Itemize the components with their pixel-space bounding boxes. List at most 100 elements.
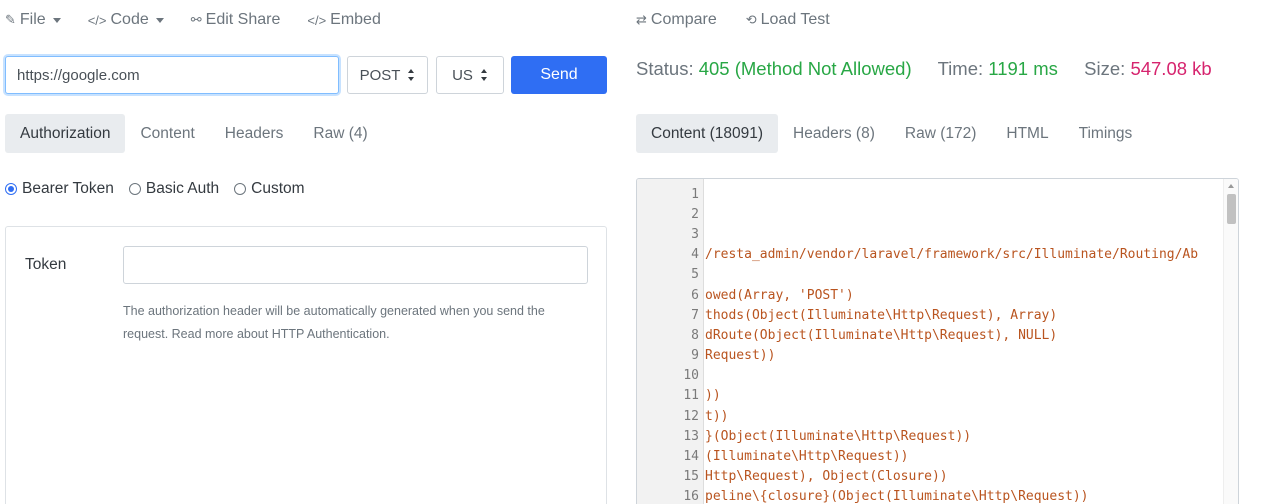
line-text: Http\Request), Object(Closure)) [705,469,948,485]
radio-icon[interactable] [234,183,247,195]
line-number: 5 [691,267,699,283]
code-line: 13 }(Object(Illuminate\Http\Request)) [637,426,1223,446]
url-input[interactable] [5,56,339,94]
line-text: peline\{closure}(Object(Illuminate\Http\… [705,489,1089,504]
line-text: t)) [705,408,729,424]
auth-custom-label: Custom [251,180,305,197]
radio-icon[interactable] [128,183,141,195]
line-number: 13 [683,428,699,444]
line-number: 2 [691,206,699,222]
select-arrows-icon [408,69,415,81]
auth-basic-label: Basic Auth [145,180,220,197]
code-line: 15 Http\Request), Object(Closure)) [637,467,1223,487]
tab-content[interactable]: Content [125,114,209,153]
auth-custom-option[interactable]: Custom [234,180,305,198]
code-line: 14 (Illuminate\Http\Request)) [637,446,1223,466]
tab-response-raw[interactable]: Raw (172) [890,114,992,153]
code-line: 7 thods(Object(Illuminate\Http\Request), … [637,305,1223,325]
token-input[interactable] [123,246,588,284]
size-label: Size: [1084,58,1126,79]
line-number: 16 [683,489,699,504]
caret-down-icon [52,18,61,23]
line-number: 12 [683,408,699,424]
tab-response-timings[interactable]: Timings [1064,114,1148,153]
edit-share-label: Edit Share [205,11,281,28]
code-line: 5 [637,265,1223,285]
embed-icon: </> [307,12,327,28]
scroll-up-arrow-icon[interactable] [1228,184,1234,188]
code-line: 1 [637,184,1223,204]
tab-response-headers[interactable]: Headers (8) [778,114,890,153]
line-text: }(Object(Illuminate\Http\Request)) [705,428,972,444]
code-lines: 1 2 3 4/resta_admin/vendor/laravel/framewor… [637,184,1223,504]
share-icon: ⚯ [190,12,202,27]
caret-down-icon [155,18,164,23]
radio-checked-icon[interactable] [5,183,17,195]
file-icon: ✎ [5,12,16,27]
code-line: 9 Request)) [637,346,1223,366]
line-number: 6 [691,287,699,303]
code-line: 6 owed(Array, 'POST') [637,285,1223,305]
tab-raw[interactable]: Raw (4) [298,114,382,153]
line-number: 7 [691,307,699,323]
tab-authorization[interactable]: Authorization [5,114,126,153]
line-text: /resta_admin/vendor/laravel/framework/sr… [705,247,1199,263]
load-test-label: Load Test [760,11,830,28]
request-panel: ✎ File </> Code ⚯ Edit Share </> Embed P… [0,0,620,504]
code-line: 11)) [637,386,1223,406]
request-tabs: Authorization Content Headers Raw (4) [5,114,383,153]
tab-response-content[interactable]: Content (18091) [636,114,779,153]
token-label: Token [25,256,67,273]
embed-label: Embed [330,11,381,28]
line-number: 4 [691,247,699,263]
line-text: Request)) [705,348,776,364]
send-button[interactable]: Send [511,56,607,94]
line-number: 1 [691,186,699,202]
code-line: 2 [637,204,1223,224]
load-test-button[interactable]: ⟲ Load Test [746,11,830,29]
code-line: 10 [637,366,1223,386]
vertical-scrollbar[interactable] [1223,179,1238,504]
file-menu[interactable]: ✎ File [5,11,61,29]
token-card: Token The authorization header will be a… [5,226,607,504]
compare-icon: ⇄ [636,12,647,27]
code-line: 4/resta_admin/vendor/laravel/framework/s… [637,245,1223,265]
code-menu[interactable]: </> Code [88,11,164,29]
tab-headers[interactable]: Headers [210,114,299,153]
code-line: 12 t)) [637,406,1223,426]
request-url-row: POST US Send [5,56,607,94]
scrollbar-thumb[interactable] [1227,194,1236,224]
tab-response-html[interactable]: HTML [991,114,1063,153]
file-menu-label: File [19,11,46,28]
code-menu-label: Code [110,11,149,28]
compare-button[interactable]: ⇄ Compare [636,11,717,29]
region-select[interactable]: US [436,56,504,94]
token-help-text: The authorization header will be automat… [123,304,545,341]
size-value: 547.08 kb [1130,58,1212,79]
line-number: 9 [691,348,699,364]
method-select[interactable]: POST [347,56,428,94]
method-value: POST [359,66,401,84]
response-status-line: Status: 405 (Method Not Allowed) Time: 1… [636,58,1212,80]
line-text: thods(Object(Illuminate\Http\Request), A… [705,307,1058,323]
line-number: 14 [683,449,699,465]
line-text: )) [705,388,721,404]
auth-basic-option[interactable]: Basic Auth [128,180,220,198]
response-panel: ⇄ Compare ⟲ Load Test Status: 405 (Metho… [620,0,1280,504]
auth-type-group: Bearer Token Basic Auth Custom [5,180,320,198]
edit-share-button[interactable]: ⚯ Edit Share [191,11,281,29]
region-value: US [452,66,473,84]
compare-label: Compare [650,11,717,28]
code-line: 3 [637,224,1223,244]
line-text: dRoute(Object(Illuminate\Http\Request), … [705,327,1058,343]
code-line: 16 peline\{closure}(Object(Illuminate\Htt… [637,487,1223,504]
embed-button[interactable]: </> Embed [307,11,381,29]
load-test-icon: ⟲ [745,12,757,27]
status-value: 405 (Method Not Allowed) [698,58,912,79]
auth-bearer-token-option[interactable]: Bearer Token [5,180,114,198]
line-number: 3 [691,226,699,242]
response-tabs: Content (18091) Headers (8) Raw (172) HT… [636,114,1147,153]
request-menu: ✎ File </> Code ⚯ Edit Share </> Embed [5,9,408,31]
response-code-viewer[interactable]: 1 2 3 4/resta_admin/vendor/laravel/framewor… [636,178,1239,504]
time-label: Time: [937,58,984,79]
